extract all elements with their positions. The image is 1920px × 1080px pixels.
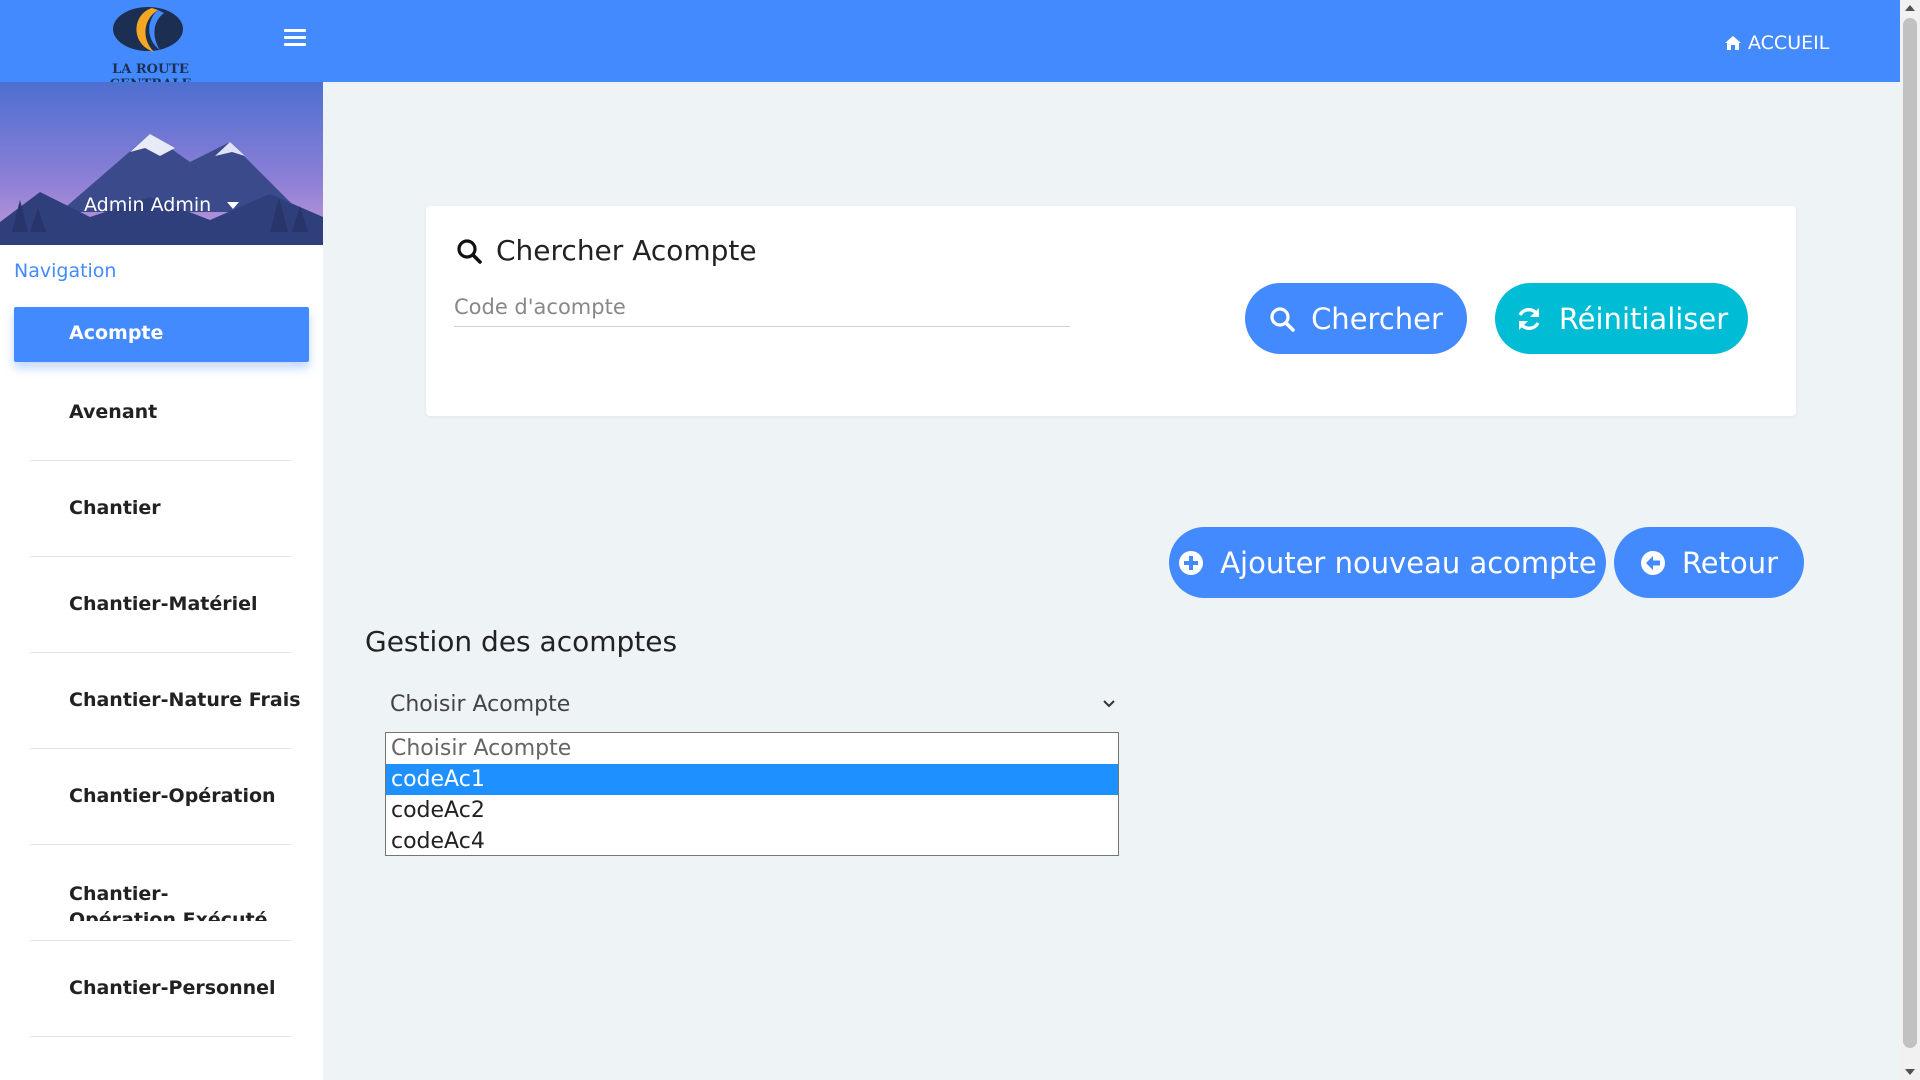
top-bar: LA ROUTE CENTRALE ACCUEIL bbox=[0, 0, 1900, 92]
sidebar: Admin Admin Navigation Acompte Avenant C… bbox=[0, 82, 323, 1080]
search-card-title-text: Chercher Acompte bbox=[496, 234, 757, 267]
logo-icon bbox=[113, 7, 183, 52]
sidebar-item-avenant[interactable]: Avenant bbox=[30, 365, 291, 461]
back-button-label: Retour bbox=[1681, 545, 1779, 580]
acompte-select[interactable]: Choisir Acompte bbox=[376, 690, 1116, 722]
reset-button-label: Réinitialiser bbox=[1558, 301, 1729, 336]
nav-divider bbox=[30, 308, 291, 365]
dropdown-option[interactable]: Choisir Acompte bbox=[386, 733, 1118, 764]
user-name: Admin Admin bbox=[84, 194, 212, 216]
plus-circle-icon bbox=[1179, 550, 1204, 575]
scroll-up-arrow-icon[interactable] bbox=[1905, 5, 1915, 11]
dropdown-option[interactable]: codeAc4 bbox=[386, 826, 1118, 857]
add-acompte-button-label: Ajouter nouveau acompte bbox=[1220, 545, 1597, 580]
sidebar-item-label: Chantier bbox=[69, 497, 161, 519]
acompte-select-dropdown: Choisir Acompte codeAc1 codeAc2 codeAc4 bbox=[385, 732, 1119, 856]
home-link-label: ACCUEIL bbox=[1748, 32, 1830, 54]
reset-button[interactable]: Réinitialiser bbox=[1495, 283, 1748, 354]
search-button[interactable]: Chercher bbox=[1245, 283, 1467, 354]
home-link[interactable]: ACCUEIL bbox=[1724, 32, 1829, 54]
search-icon bbox=[1270, 306, 1295, 332]
logo[interactable]: LA ROUTE CENTRALE bbox=[78, 4, 223, 92]
nav-section-title: Navigation bbox=[14, 260, 117, 282]
sidebar-item-label: Chantier-Nature Frais bbox=[69, 689, 301, 711]
mountain-banner-image bbox=[0, 82, 323, 245]
sidebar-item-chantier-personnel[interactable]: Chantier-Personnel bbox=[30, 941, 291, 1037]
sidebar-item-label: Chantier-Opération bbox=[69, 785, 276, 807]
user-menu[interactable]: Admin Admin bbox=[84, 194, 240, 216]
sidebar-item-label: Chantier-Matériel bbox=[69, 593, 258, 615]
refresh-icon bbox=[1518, 307, 1540, 330]
acompte-code-input[interactable] bbox=[454, 288, 1070, 327]
dropdown-option[interactable]: codeAc2 bbox=[386, 795, 1118, 826]
sidebar-item-chantier-operation-execute[interactable]: Chantier-Opération Exécuté bbox=[30, 845, 291, 941]
sidebar-item-label: Chantier-Opération Exécuté bbox=[69, 883, 268, 921]
scroll-down-arrow-icon[interactable] bbox=[1905, 1069, 1915, 1075]
arrow-left-circle-icon bbox=[1640, 550, 1665, 575]
search-card-title: Chercher Acompte bbox=[456, 234, 757, 267]
sidebar-item-chantier-materiel[interactable]: Chantier-Matériel bbox=[30, 557, 291, 653]
caret-down-icon bbox=[227, 201, 240, 209]
sidebar-item-chantier-nature-frais[interactable]: Chantier-Nature Frais bbox=[30, 653, 301, 749]
page-scrollbar[interactable] bbox=[1900, 0, 1920, 1080]
section-title: Gestion des acomptes bbox=[365, 625, 678, 658]
sidebar-item-chantier[interactable]: Chantier bbox=[30, 461, 291, 557]
search-card: Chercher Acompte Chercher Réinitialiser bbox=[426, 206, 1796, 416]
sidebar-item-label: Avenant bbox=[69, 401, 158, 423]
search-icon bbox=[457, 238, 482, 264]
scroll-thumb[interactable] bbox=[1903, 18, 1917, 1048]
home-icon bbox=[1725, 36, 1741, 50]
add-acompte-button[interactable]: Ajouter nouveau acompte bbox=[1169, 527, 1606, 598]
profile-banner: Admin Admin bbox=[0, 82, 323, 245]
acompte-select-value: Choisir Acompte bbox=[390, 692, 571, 717]
chevron-down-icon bbox=[1103, 700, 1115, 708]
sidebar-item-label: Chantier-Personnel bbox=[69, 977, 276, 999]
sidebar-item-chantier-operation[interactable]: Chantier-Opération bbox=[30, 749, 291, 845]
menu-toggle-icon[interactable] bbox=[284, 29, 306, 47]
dropdown-option[interactable]: codeAc1 bbox=[386, 764, 1118, 795]
search-button-label: Chercher bbox=[1311, 301, 1443, 336]
back-button[interactable]: Retour bbox=[1614, 527, 1804, 598]
